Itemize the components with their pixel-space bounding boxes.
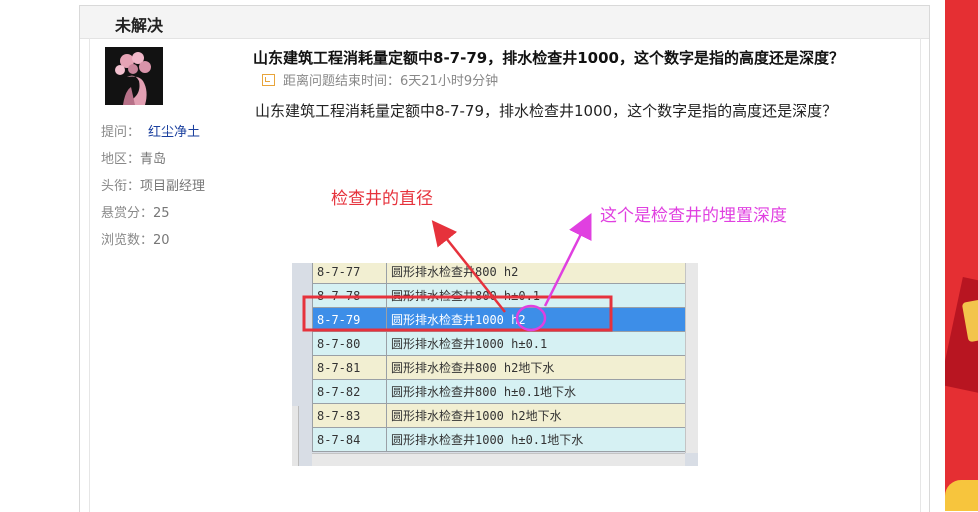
highlight-circle (515, 304, 547, 332)
diameter-arrow (431, 220, 506, 313)
side-banner-ad[interactable] (945, 0, 978, 511)
banner-glow (945, 480, 978, 511)
depth-arrow (543, 213, 592, 307)
highlight-box (302, 295, 613, 332)
annotation-overlay (302, 213, 613, 332)
